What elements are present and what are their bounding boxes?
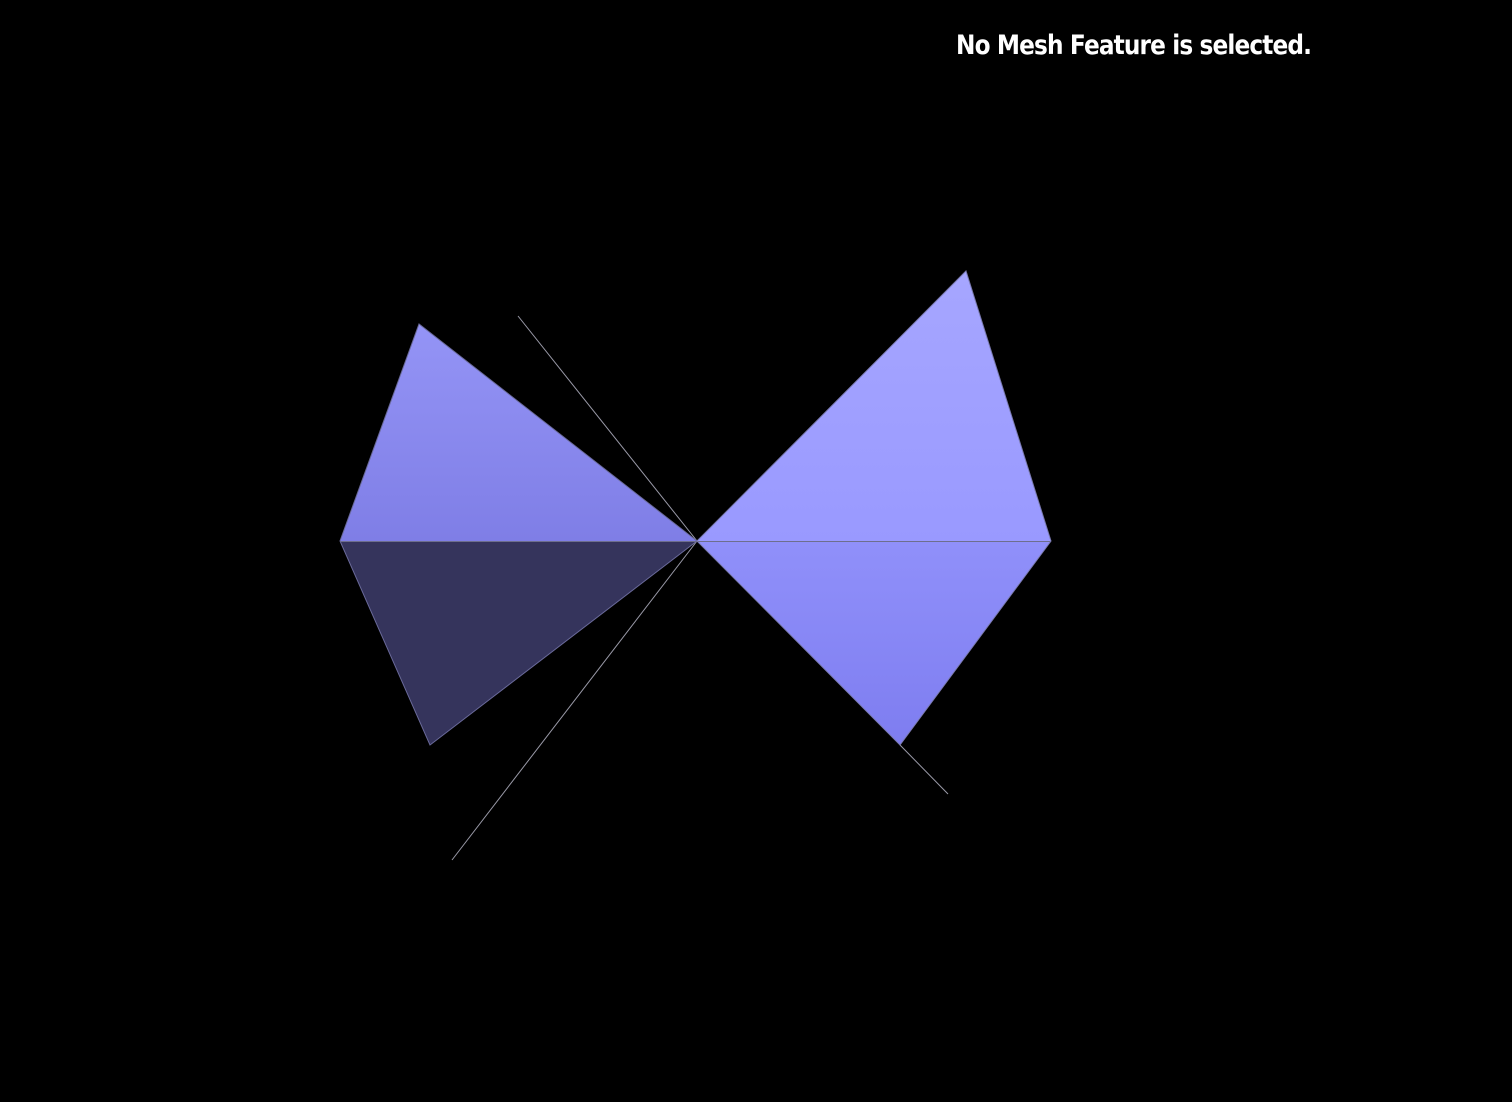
mesh-face-lower-right[interactable] xyxy=(697,541,1051,745)
mesh-face-upper-left[interactable] xyxy=(340,324,697,541)
mesh-face-lower-left[interactable] xyxy=(340,541,697,745)
mesh-edge-lower-right-tail xyxy=(899,744,949,795)
mesh-face-upper-right[interactable] xyxy=(697,271,1051,541)
selection-status-message: No Mesh Feature is selected. xyxy=(956,30,1312,61)
3d-viewport[interactable]: No Mesh Feature is selected. xyxy=(0,0,1512,1102)
mesh-canvas[interactable] xyxy=(0,0,1512,1102)
